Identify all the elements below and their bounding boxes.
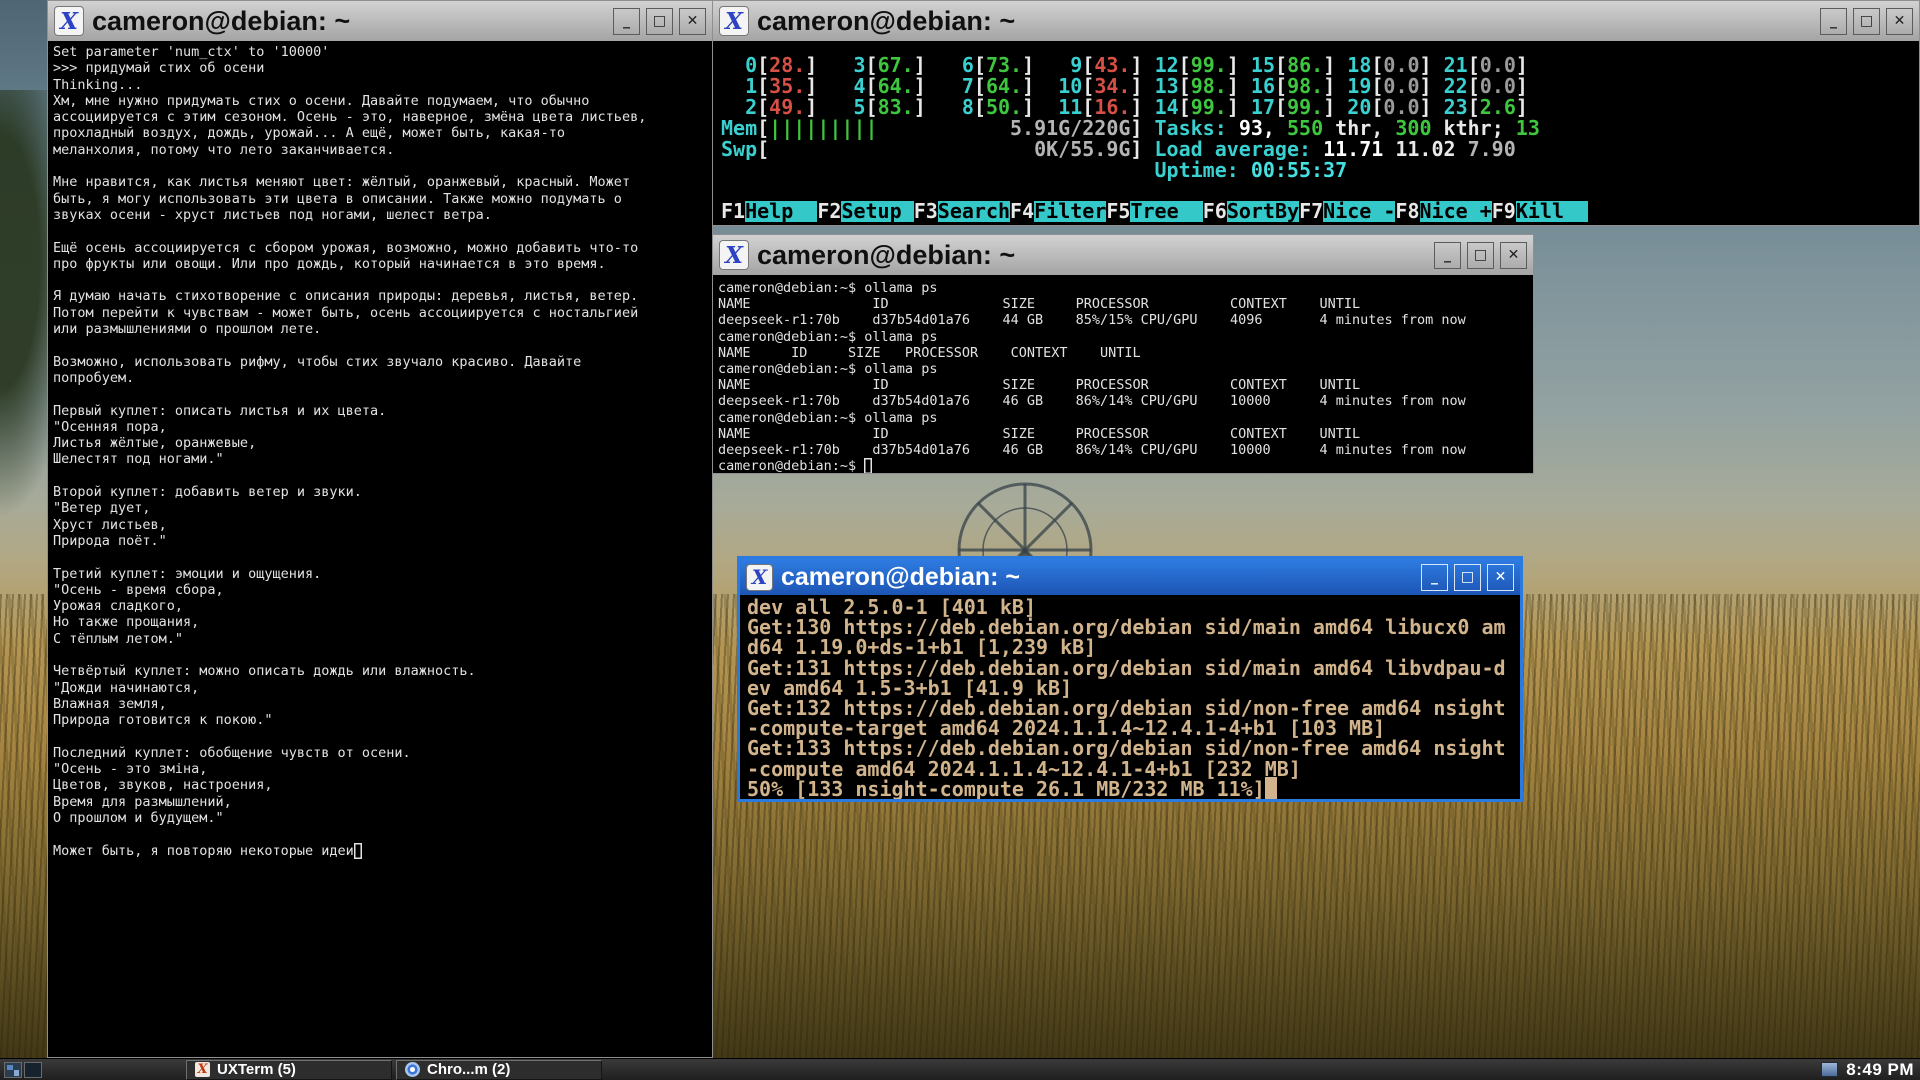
window-title: cameron@debian: ~ [92, 6, 605, 37]
uxterm-task-button[interactable]: X UXTerm (5) [186, 1060, 392, 1080]
uxterm-window-icon: X [719, 240, 749, 270]
workspace-1[interactable] [4, 1062, 22, 1078]
htop-function-key-bar[interactable]: F1Help F2Setup F3SearchF4FilterF5Tree F6… [721, 201, 1588, 222]
titlebar-ollama-chat[interactable]: X cameron@debian: ~ _ □ ✕ [48, 1, 712, 41]
uxterm-task-label: UXTerm (5) [217, 1061, 296, 1078]
window-title: cameron@debian: ~ [757, 240, 1426, 271]
uxterm-icon-letter: X [725, 242, 743, 269]
chromium-task-button[interactable]: Chro...m (2) [396, 1060, 602, 1080]
taskbar: X UXTerm (5) Chro...m (2) 8:49 PM [0, 1058, 1920, 1080]
desktop: X cameron@debian: ~ _ □ ✕ Set parameter … [0, 0, 1920, 1080]
minimize-button[interactable]: _ [613, 8, 640, 35]
pager-window-thumb [14, 1070, 19, 1076]
workspace-pager[interactable] [4, 1062, 42, 1078]
titlebar-ollama-ps[interactable]: X cameron@debian: ~ _ □ ✕ [713, 235, 1533, 275]
terminal-output-ollama-ps[interactable]: cameron@debian:~$ ollama psNAME ID SIZE … [713, 275, 1533, 473]
close-button[interactable]: ✕ [1886, 8, 1913, 35]
close-button[interactable]: ✕ [1500, 242, 1527, 269]
window-htop: X cameron@debian: ~ _ □ ✕ 0[28.] 3[67.] … [712, 0, 1920, 226]
uxterm-icon-letter: X [725, 8, 743, 35]
maximize-button[interactable]: □ [1853, 8, 1880, 35]
maximize-button[interactable]: □ [1467, 242, 1494, 269]
maximize-button[interactable]: □ [646, 8, 673, 35]
window-title: cameron@debian: ~ [757, 6, 1812, 37]
uxterm-window-icon: X [746, 564, 773, 591]
window-title: cameron@debian: ~ [781, 563, 1413, 592]
system-tray: 8:49 PM [1821, 1060, 1916, 1080]
taskbar-clock: 8:49 PM [1846, 1060, 1916, 1080]
uxterm-icon-letter: X [60, 8, 78, 35]
minimize-button[interactable]: _ [1421, 564, 1448, 591]
chromium-task-icon [405, 1062, 420, 1077]
minimize-button[interactable]: _ [1820, 8, 1847, 35]
maximize-button[interactable]: □ [1454, 564, 1481, 591]
chromium-task-label: Chro...m (2) [427, 1061, 510, 1078]
tray-indicator-icon[interactable] [1821, 1062, 1838, 1077]
close-button[interactable]: ✕ [1487, 564, 1514, 591]
terminal-output-ollama-chat[interactable]: Set parameter 'num_ctx' to '10000'>>> пр… [48, 41, 712, 1057]
minimize-button[interactable]: _ [1434, 242, 1461, 269]
window-apt-download: X cameron@debian: ~ _ □ ✕ dev all 2.5.0-… [737, 556, 1523, 802]
window-ollama-ps: X cameron@debian: ~ _ □ ✕ cameron@debian… [712, 234, 1534, 474]
htop-meters[interactable]: 0[28.] 3[67.] 6[73.] 9[43.] 12[99.] 15[8… [713, 41, 1919, 225]
titlebar-htop[interactable]: X cameron@debian: ~ _ □ ✕ [713, 1, 1919, 41]
terminal-output-apt[interactable]: dev all 2.5.0-1 [401 kB]Get:130 https://… [740, 595, 1520, 799]
pager-window-thumb [7, 1065, 13, 1070]
uxterm-icon-letter: X [752, 565, 768, 589]
titlebar-apt-download[interactable]: X cameron@debian: ~ _ □ ✕ [740, 559, 1520, 595]
window-ollama-chat: X cameron@debian: ~ _ □ ✕ Set parameter … [47, 0, 713, 1058]
uxterm-window-icon: X [54, 6, 84, 36]
uxterm-task-icon: X [195, 1062, 210, 1077]
close-button[interactable]: ✕ [679, 8, 706, 35]
workspace-2[interactable] [24, 1062, 42, 1078]
uxterm-window-icon: X [719, 6, 749, 36]
